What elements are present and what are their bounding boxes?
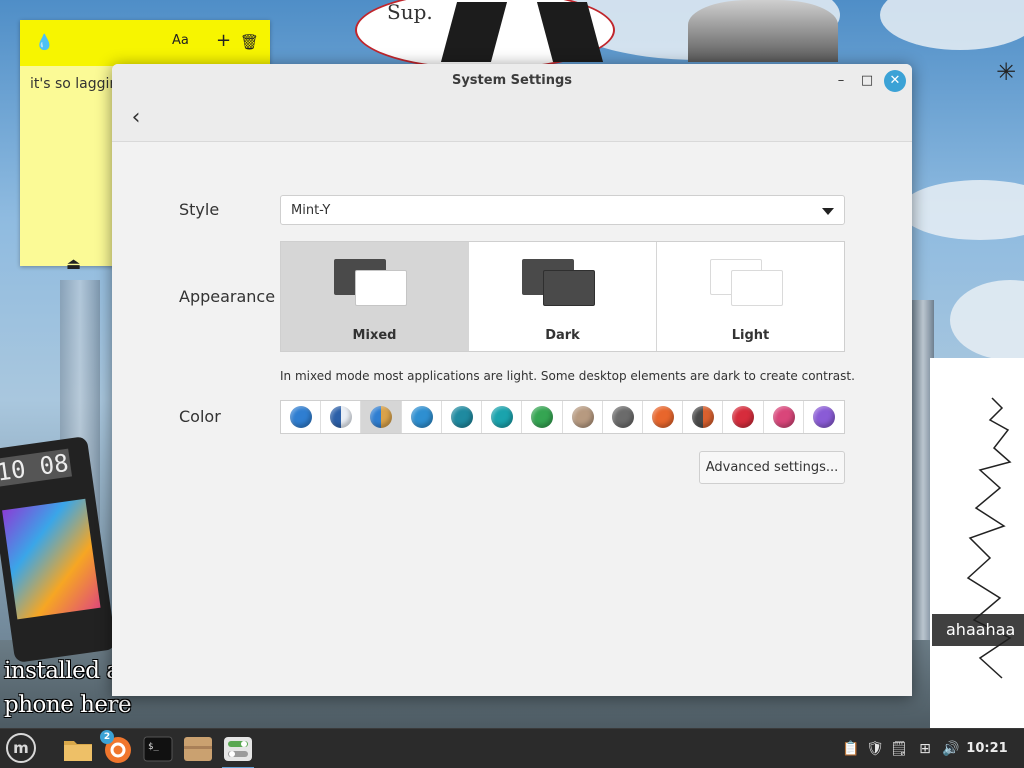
svg-text:$_: $_ <box>148 742 159 752</box>
color-dot <box>571 406 594 428</box>
phone-screen <box>2 498 101 620</box>
color-swatch[interactable] <box>643 401 684 433</box>
color-swatch[interactable] <box>442 401 483 433</box>
terminal-icon: $_ <box>143 736 173 762</box>
volume-icon[interactable]: 🔊 <box>940 729 962 768</box>
titlebar: System Settings – □ ✕ ‹ <box>112 64 912 142</box>
appearance-option-label: Dark <box>545 328 580 343</box>
color-swatch[interactable] <box>361 401 402 433</box>
close-button[interactable]: ✕ <box>884 70 906 92</box>
cloud <box>880 0 1024 50</box>
color-dot <box>692 406 715 428</box>
color-dot <box>290 406 312 428</box>
color-swatch-group <box>280 400 845 434</box>
preview-window-front <box>543 270 595 306</box>
back-button[interactable]: ‹ <box>126 104 146 132</box>
box-icon <box>184 737 212 761</box>
phone-image: 10 08 <box>0 435 117 664</box>
trash-icon[interactable]: 🗑 <box>240 33 259 51</box>
appearance-option-light[interactable]: Light <box>657 242 844 351</box>
mint-menu-icon[interactable]: m <box>6 733 36 763</box>
system-settings-window: System Settings – □ ✕ ‹ Style Mint-Y App… <box>112 64 912 696</box>
drop-icon[interactable]: 💧 <box>35 33 54 51</box>
settings-toggle-icon <box>224 737 252 761</box>
color-swatch[interactable] <box>522 401 563 433</box>
appearance-option-dark[interactable]: Dark <box>469 242 657 351</box>
color-dot <box>491 406 514 428</box>
notes-tray-icon[interactable]: 🗒 <box>888 729 910 768</box>
appearance-option-label: Light <box>731 328 770 343</box>
shield-icon[interactable]: 🛡 <box>864 729 886 768</box>
sketch-drawing <box>966 397 1012 679</box>
color-dot <box>370 406 393 428</box>
sticky-note-toolbar: 💧 Aa + 🗑 <box>20 20 270 66</box>
style-dropdown[interactable]: Mint-Y <box>280 195 845 225</box>
color-dot <box>611 406 634 428</box>
color-swatch[interactable] <box>683 401 724 433</box>
spark-icon: ✳ <box>996 58 1017 86</box>
color-dot <box>531 406 554 428</box>
clock[interactable]: 10:21 <box>962 729 1012 768</box>
files-launcher[interactable] <box>60 732 96 766</box>
style-selected-value: Mint-Y <box>291 203 331 218</box>
phone-clock: 10 08 <box>0 448 73 487</box>
color-dot <box>651 406 674 428</box>
update-manager-launcher[interactable]: 2 <box>100 730 136 766</box>
color-swatch[interactable] <box>764 401 804 433</box>
cloud <box>900 180 1024 240</box>
appearance-label: Appearance <box>179 287 276 306</box>
settings-launcher[interactable] <box>220 732 256 768</box>
appearance-hint: In mixed mode most applications are ligh… <box>280 369 855 383</box>
minimize-button[interactable]: – <box>830 70 852 92</box>
color-swatch[interactable] <box>603 401 643 433</box>
sticker-text: Sup. <box>387 0 433 24</box>
network-icon[interactable]: ⊞ <box>912 729 938 768</box>
clipboard-icon[interactable]: 📋 <box>840 729 862 768</box>
style-label: Style <box>179 200 220 219</box>
advanced-settings-button[interactable]: Advanced settings... <box>699 451 845 484</box>
color-swatch[interactable] <box>281 401 322 433</box>
preview-window-front <box>731 270 783 306</box>
cloud <box>950 280 1024 360</box>
appearance-option-mixed[interactable]: Mixed <box>281 242 469 351</box>
taskbar: m 2 $_ 📋 🛡 🗒 ⊞ 🔊 10:21 <box>0 728 1024 768</box>
maximize-button[interactable]: □ <box>856 70 878 92</box>
color-swatch[interactable] <box>563 401 603 433</box>
color-dot <box>330 406 353 428</box>
cat-ear <box>536 2 604 62</box>
sketch-caption: ahaahaa <box>932 614 1024 646</box>
notes-launcher[interactable] <box>180 732 216 766</box>
color-dot <box>450 406 473 428</box>
cat-ear <box>440 2 508 62</box>
color-dot <box>410 406 433 428</box>
folder-icon <box>64 741 92 761</box>
terminal-launcher[interactable]: $_ <box>140 732 176 766</box>
color-swatch[interactable] <box>723 401 764 433</box>
window-title: System Settings <box>451 73 573 88</box>
dropdown-arrow-icon <box>822 208 834 215</box>
notification-badge: 2 <box>100 730 114 744</box>
resize-handle-icon[interactable]: ⏏ <box>66 254 81 273</box>
color-dot <box>812 406 835 428</box>
phone-meme: 10 08 installed a gi phone here <box>0 432 148 728</box>
color-label: Color <box>179 407 221 426</box>
color-dot <box>732 406 755 428</box>
font-icon[interactable]: Aa <box>172 33 189 48</box>
color-swatch[interactable] <box>804 401 844 433</box>
appearance-selector: Mixed Dark Light <box>280 241 845 352</box>
color-dot <box>772 406 795 428</box>
color-swatch[interactable] <box>482 401 523 433</box>
appearance-option-label: Mixed <box>352 328 397 343</box>
color-swatch[interactable] <box>402 401 442 433</box>
cat-sticker: Sup. <box>355 0 615 70</box>
color-swatch[interactable] <box>321 401 362 433</box>
plus-icon[interactable]: + <box>216 30 231 51</box>
sketch-image <box>930 358 1024 728</box>
face-sticker <box>688 0 838 62</box>
preview-window-front <box>355 270 407 306</box>
